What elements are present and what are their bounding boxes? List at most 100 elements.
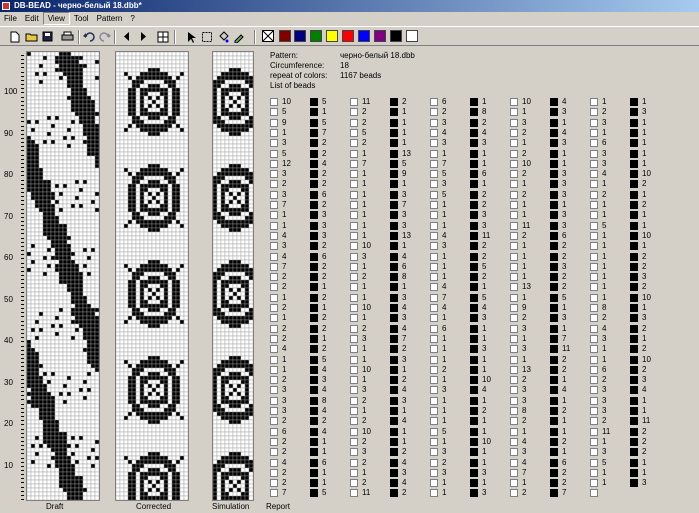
bead-count: 2 bbox=[322, 241, 327, 251]
white-bead-swatch bbox=[350, 304, 358, 312]
bead-count: 1 bbox=[442, 333, 447, 343]
bead-row: 3 8 2 3 1 1 3 1 3 1 bbox=[270, 396, 690, 406]
black-bead-swatch bbox=[550, 407, 558, 415]
black-bead-swatch bbox=[630, 479, 638, 488]
palette-swatch[interactable] bbox=[390, 30, 402, 42]
select-rect-icon[interactable] bbox=[200, 30, 214, 43]
bead-row: 7 5 11 2 1 3 2 7 bbox=[270, 488, 690, 498]
previous-icon[interactable] bbox=[120, 30, 134, 43]
corrected-panel[interactable] bbox=[115, 51, 189, 501]
palette-swatch[interactable] bbox=[342, 30, 354, 42]
white-bead-swatch bbox=[590, 365, 598, 374]
black-bead-swatch bbox=[550, 231, 558, 240]
bead-count: 7 bbox=[322, 127, 327, 137]
palette-swatch-empty[interactable] bbox=[262, 30, 274, 42]
bead-count: 2 bbox=[522, 488, 527, 498]
bead-row: 3 2 10 1 3 2 1 2 1 1 bbox=[270, 241, 690, 251]
bead-count: 3 bbox=[402, 395, 407, 405]
simulation-panel[interactable] bbox=[212, 51, 254, 501]
palette-swatch[interactable] bbox=[294, 30, 306, 42]
bead-count: 1 bbox=[642, 303, 647, 312]
black-bead-swatch bbox=[390, 149, 398, 158]
white-bead-swatch bbox=[350, 396, 358, 405]
bead-count: 1 bbox=[362, 210, 367, 220]
draft-panel[interactable] bbox=[26, 51, 100, 501]
bead-count: 1 bbox=[602, 436, 607, 446]
fill-bucket-icon[interactable] bbox=[216, 30, 230, 43]
next-icon[interactable] bbox=[136, 30, 150, 43]
white-bead-swatch bbox=[510, 376, 518, 385]
undo-icon[interactable] bbox=[82, 30, 96, 43]
bead-count: 3 bbox=[402, 210, 407, 220]
redo-icon[interactable] bbox=[98, 30, 112, 43]
palette-swatch[interactable] bbox=[358, 30, 370, 42]
menu-view[interactable]: View bbox=[42, 12, 70, 25]
palette-swatch[interactable] bbox=[406, 30, 418, 42]
eyedropper-icon[interactable] bbox=[232, 30, 246, 43]
black-bead-swatch bbox=[550, 417, 558, 426]
save-icon[interactable] bbox=[40, 30, 54, 43]
black-bead-swatch bbox=[630, 221, 638, 230]
ruler-label: 70 bbox=[4, 211, 13, 221]
bead-count: 4 bbox=[322, 406, 327, 415]
bead-count: 1 bbox=[362, 220, 367, 230]
white-bead-swatch bbox=[510, 417, 518, 426]
white-bead-swatch bbox=[510, 221, 518, 230]
white-bead-swatch bbox=[350, 118, 358, 127]
white-bead-swatch bbox=[270, 396, 278, 405]
menu-help[interactable]: ? bbox=[126, 12, 138, 25]
white-bead-swatch bbox=[510, 262, 518, 271]
bead-count: 6 bbox=[562, 230, 567, 240]
bead-count: 8 bbox=[482, 107, 487, 117]
palette-swatch[interactable] bbox=[279, 30, 291, 42]
bead-count: 1 bbox=[642, 148, 647, 158]
bead-count: 7 bbox=[562, 488, 567, 498]
white-bead-swatch bbox=[510, 304, 518, 312]
new-file-icon[interactable] bbox=[8, 30, 22, 43]
white-bead-swatch bbox=[510, 458, 518, 467]
pointer-icon[interactable] bbox=[184, 30, 198, 43]
white-bead-swatch bbox=[350, 324, 358, 333]
grid-icon[interactable] bbox=[156, 30, 170, 43]
bead-count: 1 bbox=[642, 457, 647, 467]
black-bead-swatch bbox=[390, 334, 398, 343]
white-bead-swatch bbox=[510, 128, 518, 137]
bead-count: 1 bbox=[642, 241, 647, 251]
bead-count: 3 bbox=[562, 138, 567, 148]
black-bead-swatch bbox=[470, 407, 478, 415]
white-bead-swatch bbox=[430, 283, 438, 292]
menu-tool[interactable]: Tool bbox=[70, 12, 93, 25]
white-bead-swatch bbox=[590, 221, 598, 230]
pattern-label: Pattern: bbox=[270, 51, 299, 60]
bead-count: 1 bbox=[562, 375, 567, 385]
black-bead-swatch bbox=[630, 448, 638, 457]
white-bead-swatch bbox=[270, 324, 278, 333]
bead-count: 1 bbox=[442, 354, 447, 364]
white-bead-swatch bbox=[270, 314, 278, 323]
bead-count: 1 bbox=[362, 200, 367, 209]
bead-count: 4 bbox=[322, 426, 327, 436]
open-folder-icon[interactable] bbox=[24, 30, 38, 43]
palette-swatch[interactable] bbox=[326, 30, 338, 42]
palette-swatch[interactable] bbox=[374, 30, 386, 42]
bead-count: 1 bbox=[642, 395, 647, 405]
bead-count: 6 bbox=[322, 189, 327, 199]
bead-count: 3 bbox=[362, 251, 367, 261]
white-bead-swatch bbox=[270, 221, 278, 230]
menu-file[interactable]: File bbox=[0, 12, 21, 25]
bead-row: 1 2 1 3 1 3 2 3 2 3 bbox=[270, 313, 690, 323]
bead-count: 2 bbox=[602, 416, 607, 426]
list-of-beads-label: List of beads bbox=[270, 81, 316, 90]
menu-edit[interactable]: Edit bbox=[21, 12, 43, 25]
print-icon[interactable] bbox=[60, 30, 74, 43]
palette-swatch[interactable] bbox=[310, 30, 322, 42]
bead-count: 10 bbox=[642, 230, 651, 240]
white-bead-swatch bbox=[430, 180, 438, 189]
menu-pattern[interactable]: Pattern bbox=[93, 12, 127, 25]
white-bead-swatch bbox=[590, 468, 598, 477]
black-bead-swatch bbox=[550, 448, 558, 457]
white-bead-swatch bbox=[430, 304, 438, 312]
bead-count: 13 bbox=[402, 148, 411, 158]
window-title: DB-BEAD - черно-белый 18.dbb* bbox=[14, 1, 142, 10]
bead-row: 2 2 1 1 3 1 1 3 1 2 bbox=[270, 179, 690, 189]
